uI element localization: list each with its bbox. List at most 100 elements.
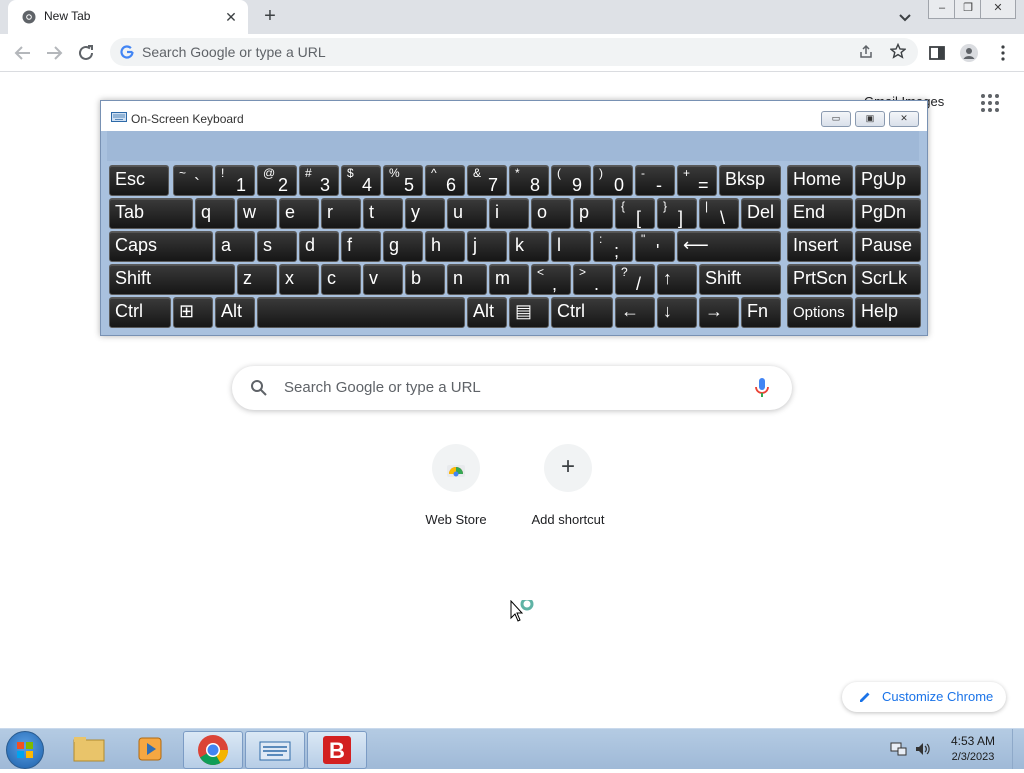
- microphone-icon[interactable]: [754, 377, 770, 399]
- key-symbol[interactable]: ←: [615, 297, 655, 328]
- key-y[interactable]: y: [405, 198, 445, 229]
- key-fn[interactable]: Fn: [741, 297, 781, 328]
- minimize-button[interactable]: –: [928, 0, 956, 19]
- more-menu-icon[interactable]: [994, 44, 1012, 62]
- osk-restore-button[interactable]: ▣: [855, 111, 885, 127]
- key-t[interactable]: t: [363, 198, 403, 229]
- key-symbol[interactable]: >.: [573, 264, 613, 295]
- key-pgdn[interactable]: PgDn: [855, 198, 921, 229]
- key-a[interactable]: a: [215, 231, 255, 262]
- network-icon[interactable]: [890, 741, 908, 757]
- key-4[interactable]: $4: [341, 165, 381, 196]
- back-arrow-icon[interactable]: [12, 42, 34, 64]
- osk-minimize-button[interactable]: ▭: [821, 111, 851, 127]
- key-options[interactable]: Options: [787, 297, 853, 328]
- key-6[interactable]: ^ 6: [425, 165, 465, 196]
- clock-time[interactable]: 4:53 AM: [950, 734, 996, 748]
- key-7[interactable]: & 7: [467, 165, 507, 196]
- key-symbol[interactable]: --: [635, 165, 675, 196]
- address-bar[interactable]: Search Google or type a URL: [110, 38, 918, 66]
- key-c[interactable]: c: [321, 264, 361, 295]
- key-ctrl[interactable]: Ctrl: [551, 297, 613, 328]
- key-q[interactable]: q: [195, 198, 235, 229]
- start-button[interactable]: [6, 731, 44, 769]
- key-9[interactable]: (9: [551, 165, 591, 196]
- key-home[interactable]: Home: [787, 165, 853, 196]
- taskbar-b-app[interactable]: B: [307, 731, 367, 769]
- key-symbol[interactable]: | \: [699, 198, 739, 229]
- key-scrlk[interactable]: ScrLk: [855, 264, 921, 295]
- key-s[interactable]: s: [257, 231, 297, 262]
- taskbar-chrome[interactable]: [183, 731, 243, 769]
- key-u[interactable]: u: [447, 198, 487, 229]
- key-esc[interactable]: Esc: [109, 165, 169, 196]
- tab-new-tab[interactable]: New Tab ✕: [8, 0, 248, 34]
- key-alt[interactable]: Alt: [215, 297, 255, 328]
- key-symbol[interactable]: ⟵: [677, 231, 781, 262]
- ntp-search-box[interactable]: Search Google or type a URL: [232, 366, 792, 410]
- new-tab-button[interactable]: +: [258, 4, 282, 28]
- key-k[interactable]: k: [509, 231, 549, 262]
- key-p[interactable]: p: [573, 198, 613, 229]
- key-pgup[interactable]: PgUp: [855, 165, 921, 196]
- customize-chrome-button[interactable]: Customize Chrome: [842, 682, 1006, 712]
- key-symbol[interactable]: + =: [677, 165, 717, 196]
- taskbar-on-screen-keyboard[interactable]: [245, 731, 305, 769]
- key-tab[interactable]: Tab: [109, 198, 193, 229]
- close-window-button[interactable]: ✕: [980, 0, 1016, 19]
- forward-arrow-icon[interactable]: [43, 42, 65, 64]
- key-symbol[interactable]: <,: [531, 264, 571, 295]
- key-help[interactable]: Help: [855, 297, 921, 328]
- key-pause[interactable]: Pause: [855, 231, 921, 262]
- taskbar-explorer[interactable]: [60, 731, 118, 767]
- key-symbol[interactable]: ⊞: [173, 297, 213, 328]
- key-r[interactable]: r: [321, 198, 361, 229]
- apps-grid-icon[interactable]: [980, 93, 1000, 113]
- key-o[interactable]: o: [531, 198, 571, 229]
- shortcut-add[interactable]: + Add shortcut: [518, 444, 618, 527]
- volume-icon[interactable]: [914, 741, 932, 757]
- key-alt[interactable]: Alt: [467, 297, 507, 328]
- key-shift[interactable]: Shift: [699, 264, 781, 295]
- key-z[interactable]: z: [237, 264, 277, 295]
- profile-avatar-icon[interactable]: [960, 44, 978, 62]
- reload-icon[interactable]: [75, 42, 97, 64]
- osk-titlebar[interactable]: On-Screen Keyboard ▭ ▣ ✕: [101, 101, 927, 131]
- clock-date[interactable]: 2/3/2023: [946, 751, 1000, 763]
- key-n[interactable]: n: [447, 264, 487, 295]
- key-insert[interactable]: Insert: [787, 231, 853, 262]
- key-symbol[interactable]: {[: [615, 198, 655, 229]
- key-caps[interactable]: Caps: [109, 231, 213, 262]
- key-symbol[interactable]: " ': [635, 231, 675, 262]
- key-prtscn[interactable]: PrtScn: [787, 264, 853, 295]
- key-f[interactable]: f: [341, 231, 381, 262]
- key-j[interactable]: j: [467, 231, 507, 262]
- shortcut-web-store[interactable]: Web Store: [406, 444, 506, 527]
- restore-button[interactable]: ❐: [954, 0, 982, 19]
- chevron-down-icon[interactable]: [896, 8, 914, 26]
- key-e[interactable]: e: [279, 198, 319, 229]
- key-end[interactable]: End: [787, 198, 853, 229]
- key-del[interactable]: Del: [741, 198, 781, 229]
- key-d[interactable]: d: [299, 231, 339, 262]
- key-b[interactable]: b: [405, 264, 445, 295]
- key-3[interactable]: #3: [299, 165, 339, 196]
- key-symbol[interactable]: :;: [593, 231, 633, 262]
- key-shift[interactable]: Shift: [109, 264, 235, 295]
- close-tab-icon[interactable]: ✕: [222, 8, 240, 26]
- key-0[interactable]: ) 0: [593, 165, 633, 196]
- key-w[interactable]: w: [237, 198, 277, 229]
- bookmark-star-icon[interactable]: [890, 43, 906, 59]
- key-m[interactable]: m: [489, 264, 529, 295]
- key-symbol[interactable]: →: [699, 297, 739, 328]
- key-symbol[interactable]: }]: [657, 198, 697, 229]
- key-space[interactable]: [257, 297, 465, 328]
- key-5[interactable]: % 5: [383, 165, 423, 196]
- show-desktop-button[interactable]: [1012, 729, 1024, 769]
- key-g[interactable]: g: [383, 231, 423, 262]
- key-x[interactable]: x: [279, 264, 319, 295]
- key-symbol[interactable]: ↑: [657, 264, 697, 295]
- key-symbol[interactable]: ↓: [657, 297, 697, 328]
- side-panel-icon[interactable]: [928, 44, 946, 62]
- key-8[interactable]: * 8: [509, 165, 549, 196]
